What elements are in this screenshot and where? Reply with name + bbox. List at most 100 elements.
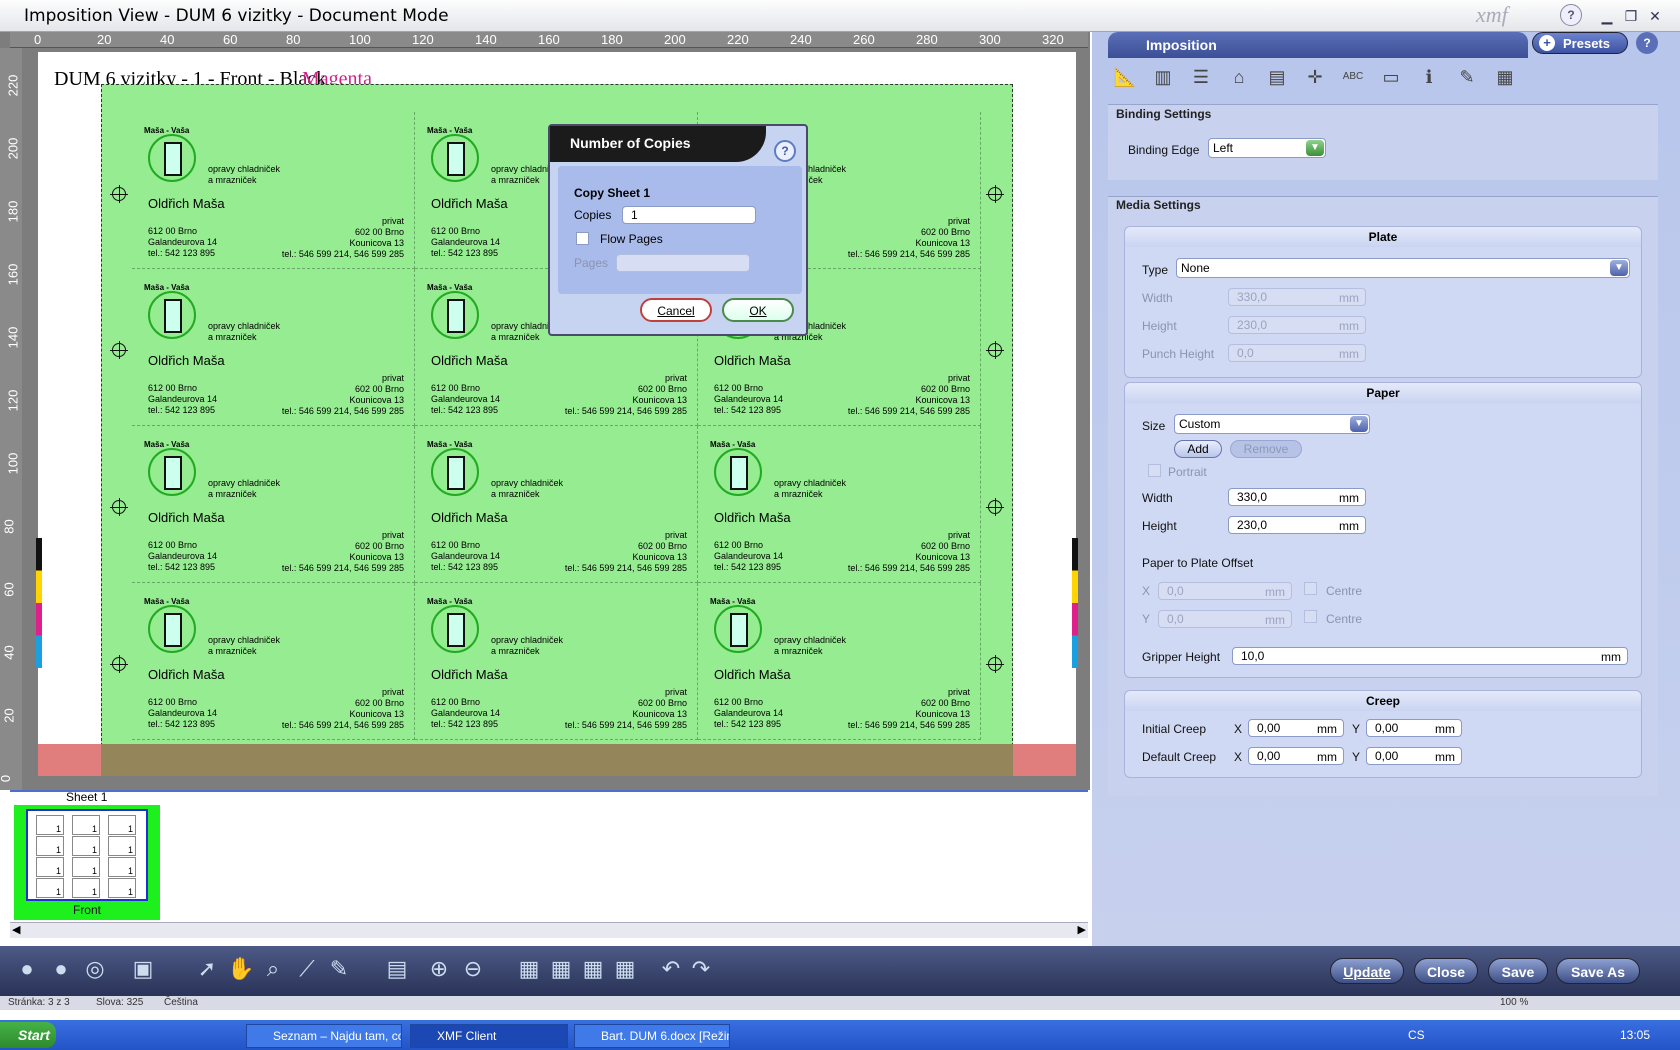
ruler-tick: 40 bbox=[160, 32, 175, 47]
sheet-thumbnail[interactable]: 111111111111 Front bbox=[14, 805, 160, 920]
plate-width-label: Width bbox=[1142, 291, 1173, 305]
card-name: Oldřich Maša bbox=[714, 667, 791, 682]
ruler-tick: 0 bbox=[0, 775, 13, 782]
panel-help-icon[interactable]: ? bbox=[1636, 32, 1658, 54]
update-button[interactable]: Update bbox=[1330, 958, 1404, 984]
undo-icon[interactable]: ↶ bbox=[656, 954, 686, 984]
chevron-down-icon: ▼ bbox=[1610, 260, 1628, 276]
book-icon[interactable]: ▤ bbox=[382, 954, 412, 984]
save-button[interactable]: Save bbox=[1488, 958, 1548, 984]
cancel-button[interactable]: Cancel bbox=[640, 298, 712, 322]
plate-type-select[interactable]: None ▼ bbox=[1176, 258, 1630, 278]
dialog-help-icon[interactable]: ? bbox=[774, 140, 796, 162]
sheet-icon[interactable]: ▭ bbox=[1376, 62, 1406, 92]
default-creep-label: Default Creep bbox=[1142, 750, 1217, 764]
ruler-icon[interactable]: 📐 bbox=[1110, 62, 1140, 92]
presets-button[interactable]: Presets bbox=[1532, 32, 1628, 54]
save-as-button[interactable]: Save As bbox=[1556, 958, 1640, 984]
ruler-tick: 320 bbox=[1042, 32, 1064, 47]
close-button[interactable]: Close bbox=[1414, 958, 1478, 984]
flow-pages-checkbox[interactable] bbox=[576, 232, 589, 245]
language-indicator[interactable]: CS bbox=[1408, 1028, 1425, 1042]
word-status-line: Stránka: 3 z 3 Slova: 325 Čeština 100 % bbox=[0, 996, 1680, 1010]
plate-height-input: 230,0 mm bbox=[1228, 316, 1366, 334]
minimize-icon[interactable]: ▁ bbox=[1596, 6, 1618, 26]
centre-y-checkbox bbox=[1304, 610, 1317, 623]
edit-icon[interactable]: ✎ bbox=[1452, 62, 1482, 92]
page-icon[interactable]: ▤ bbox=[1262, 62, 1292, 92]
plate-icon[interactable]: ⌂ bbox=[1224, 62, 1254, 92]
print-icon[interactable]: ▦ bbox=[514, 954, 544, 984]
zoom-icon[interactable]: ⌕ bbox=[258, 954, 288, 984]
probe-icon[interactable]: ✎ bbox=[324, 954, 354, 984]
ruler-tick: 140 bbox=[5, 326, 21, 349]
chevron-down-icon: ▼ bbox=[1306, 140, 1324, 156]
paper-height-input[interactable]: 230,0 mm bbox=[1228, 516, 1366, 534]
zoom-in-icon[interactable]: ⊕ bbox=[424, 954, 454, 984]
zoom-out-icon[interactable]: ⊖ bbox=[458, 954, 488, 984]
business-card: Maša - Vašaopravy chladničeka mrazničekO… bbox=[132, 583, 415, 740]
maximize-icon[interactable]: ❐ bbox=[1620, 6, 1642, 26]
view-mode-icon[interactable]: ◎ bbox=[80, 954, 110, 984]
print-icon[interactable]: ▦ bbox=[578, 954, 608, 984]
ok-button[interactable]: OK bbox=[722, 298, 794, 322]
card-tagline: opravy chladničeka mrazniček bbox=[491, 478, 564, 499]
taskbar-item[interactable]: Seznam – Najdu tam, co ... bbox=[246, 1024, 402, 1048]
binding-edge-select[interactable]: Left ▼ bbox=[1208, 138, 1326, 158]
start-button[interactable]: Start bbox=[0, 1022, 56, 1048]
thumbnail-cell: 1 bbox=[36, 857, 64, 877]
initial-creep-y-input[interactable]: 0,00 mm bbox=[1366, 719, 1462, 737]
centre-x-checkbox bbox=[1304, 582, 1317, 595]
card-address: 612 00 BrnoGalandeurova 14tel.: 542 123 … bbox=[148, 540, 218, 572]
hand-icon[interactable]: ✋ bbox=[226, 954, 256, 984]
paper-size-select[interactable]: Custom ▼ bbox=[1174, 414, 1370, 434]
registration-mark bbox=[110, 341, 128, 359]
color-bar-icon[interactable]: ABC bbox=[1338, 62, 1368, 92]
thumbnail-preview: 111111111111 bbox=[26, 809, 148, 901]
registration-icon[interactable]: ✛ bbox=[1300, 62, 1330, 92]
initial-creep-x-label: X bbox=[1234, 722, 1243, 736]
paper-width-input[interactable]: 330,0 mm bbox=[1228, 488, 1366, 506]
thumbnail-cell: 1 bbox=[108, 815, 136, 835]
gripper-height-input[interactable]: 10,0 mm bbox=[1232, 647, 1628, 665]
fold-icon[interactable]: ▥ bbox=[1148, 62, 1178, 92]
centre-y-label: Centre bbox=[1326, 612, 1363, 626]
card-right-block: privat602 00 BrnoKounicova 13tel.: 546 5… bbox=[281, 530, 404, 573]
thumbnail-cell: 1 bbox=[72, 857, 100, 877]
scroll-right-icon[interactable]: ▶ bbox=[1078, 923, 1086, 936]
taskbar-item[interactable]: Bart. DUM 6.docx [Režim... bbox=[574, 1024, 730, 1048]
measure-icon[interactable]: ⟋ bbox=[292, 954, 322, 984]
taskbar-item-active[interactable]: XMF Client bbox=[410, 1024, 568, 1048]
thumbnail-cell: 1 bbox=[108, 836, 136, 856]
view-mode-icon[interactable]: ● bbox=[46, 954, 76, 984]
add-button[interactable]: Add bbox=[1174, 440, 1222, 458]
dialog-title[interactable]: Number of Copies bbox=[550, 126, 766, 162]
document-icon[interactable]: ▣ bbox=[128, 954, 158, 984]
copies-input[interactable]: 1 bbox=[622, 206, 756, 224]
close-icon[interactable]: ✕ bbox=[1644, 6, 1666, 26]
horizontal-scrollbar[interactable]: ◀ ▶ bbox=[10, 922, 1088, 938]
scroll-left-icon[interactable]: ◀ bbox=[12, 923, 20, 936]
view-mode-icon[interactable]: ● bbox=[12, 954, 42, 984]
redo-icon[interactable]: ↷ bbox=[686, 954, 716, 984]
help-icon[interactable]: ? bbox=[1560, 4, 1582, 26]
default-creep-y-input[interactable]: 0,00 mm bbox=[1366, 747, 1462, 765]
initial-creep-x-input[interactable]: 0,00 mm bbox=[1248, 719, 1344, 737]
thumbnail-cell: 1 bbox=[108, 857, 136, 877]
info-icon[interactable]: ℹ bbox=[1414, 62, 1444, 92]
stack-icon[interactable]: ▦ bbox=[1490, 62, 1520, 92]
print-icon[interactable]: ▦ bbox=[610, 954, 640, 984]
pointer-icon[interactable]: ➚ bbox=[192, 954, 222, 984]
card-name: Oldřich Maša bbox=[431, 510, 508, 525]
binding-settings-title[interactable]: Binding Settings bbox=[1116, 107, 1211, 121]
portrait-checkbox bbox=[1148, 464, 1161, 477]
portrait-label: Portrait bbox=[1168, 465, 1207, 479]
gripper-strip bbox=[38, 744, 1076, 776]
print-icon[interactable]: ▦ bbox=[546, 954, 576, 984]
registration-mark bbox=[986, 655, 1004, 673]
media-settings-title[interactable]: Media Settings bbox=[1116, 198, 1201, 212]
layers-icon[interactable]: ☰ bbox=[1186, 62, 1216, 92]
creep-title: Creep bbox=[1125, 691, 1641, 711]
flow-pages-label: Flow Pages bbox=[600, 232, 663, 246]
default-creep-x-input[interactable]: 0,00 mm bbox=[1248, 747, 1344, 765]
